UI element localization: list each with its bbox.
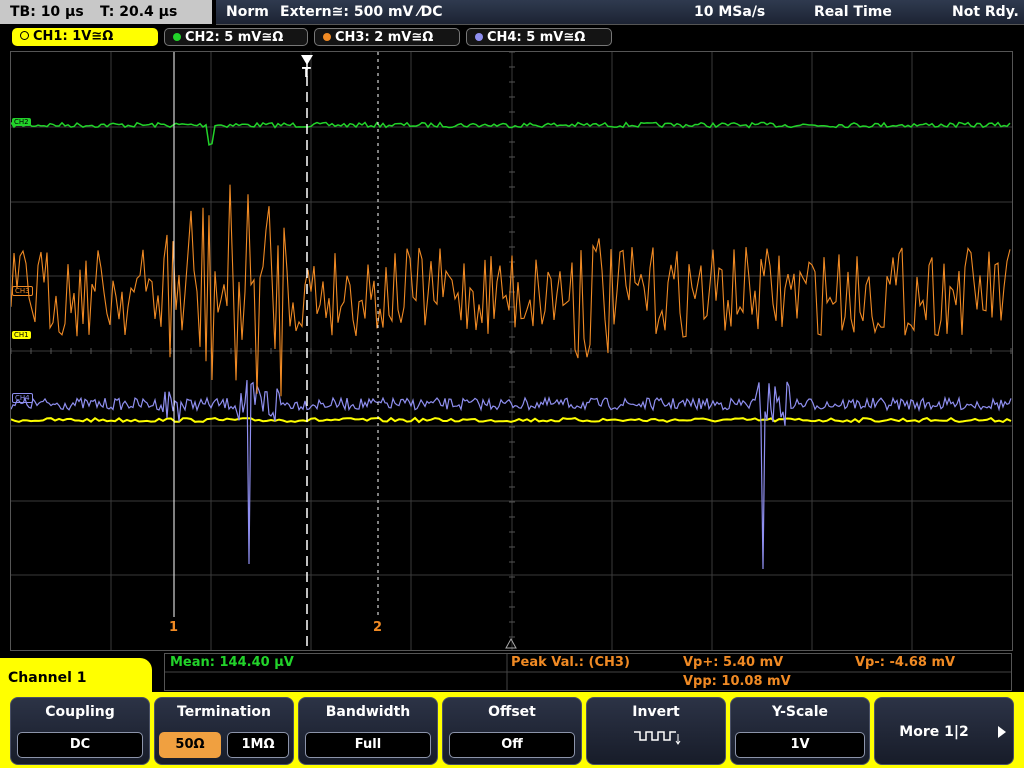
sample-rate: 10 MSa/s [694,4,766,20]
termination-softkey[interactable]: Termination 50Ω 1MΩ [154,697,294,765]
ch3-waveform [11,184,1011,397]
trigger-mode: Norm [226,4,269,20]
tab-ch3[interactable]: CH3: 2 mV≅Ω [314,28,460,46]
ch3-indicator-icon [323,33,331,41]
timebase-readout: TB: 10 µs [10,4,84,20]
vp-plus-readout: Vp+: 5.40 mV [683,655,784,670]
next-page-arrow-icon [998,726,1006,738]
tab-ch1[interactable]: CH1: 1V≅Ω [12,28,158,46]
ch4-offset-tag[interactable]: CH4 [12,393,33,403]
ch1-offset-tag[interactable]: CH1 [12,331,31,339]
invert-title: Invert [632,704,680,720]
termination-title: Termination [177,704,271,720]
termination-1mohm-option[interactable]: 1MΩ [227,732,289,758]
ready-state: Not Rdy. [952,4,1019,20]
tab-ch3-label: CH3: 2 mV≅Ω [335,30,434,45]
acquisition-panel[interactable]: Norm Extern≅: 500 mV ⁄DC 10 MSa/s Real T… [216,0,1024,25]
bandwidth-value[interactable]: Full [305,732,431,758]
offset-softkey[interactable]: Offset Off [442,697,582,765]
tab-ch1-label: CH1: 1V≅Ω [33,29,114,44]
trigger-time-readout: T: 20.4 µs [100,4,178,20]
graticule-ticks [11,52,1012,638]
measurement-readout: Mean: 144.40 µV Peak Val.: (CH3) Vp+: 5.… [164,653,1012,691]
bandwidth-softkey[interactable]: Bandwidth Full [298,697,438,765]
peak-value-label: Peak Val.: (CH3) [511,655,630,670]
yscale-title: Y-Scale [771,704,828,720]
vpp-readout: Vpp: 10.08 mV [683,674,791,689]
ch1-indicator-icon [20,31,29,40]
tab-ch4[interactable]: CH4: 5 mV≅Ω [466,28,612,46]
waveform-display[interactable]: T 1 2 CH2 CH3 CH1 CH4 [10,51,1013,651]
ch2-indicator-icon [173,33,181,41]
offset-value[interactable]: Off [449,732,575,758]
more-label: More 1|2 [899,724,969,740]
trigger-source: Extern≅: 500 mV ⁄DC [280,4,443,20]
ch2-waveform [11,121,1011,146]
trigger-marker: T [302,66,311,81]
bandwidth-title: Bandwidth [325,704,411,720]
invert-waveform-icon [634,731,681,745]
cursor-2-label[interactable]: 2 [373,620,382,635]
coupling-softkey[interactable]: Coupling DC [10,697,150,765]
ch4-indicator-icon [475,33,483,41]
coupling-value[interactable]: DC [17,732,143,758]
cursor-1-label[interactable]: 1 [169,620,178,635]
invert-softkey[interactable]: Invert [586,697,726,765]
tab-ch4-label: CH4: 5 mV≅Ω [487,30,586,45]
more-softkey[interactable]: More 1|2 [874,697,1014,765]
acquisition-mode: Real Time [814,4,892,20]
vp-minus-readout: Vp-: -4.68 mV [855,655,956,670]
ch4-waveform [11,380,1012,570]
termination-50ohm-option[interactable]: 50Ω [159,732,221,758]
timebase-panel[interactable]: TB: 10 µs T: 20.4 µs [0,0,212,24]
ch2-offset-tag[interactable]: CH2 [12,118,31,126]
ch1-waveform [11,416,1012,424]
yscale-softkey[interactable]: Y-Scale 1V [730,697,870,765]
mean-readout: Mean: 144.40 µV [170,655,294,670]
offset-title: Offset [488,704,536,720]
waveform-svg [11,52,1012,650]
yscale-value[interactable]: 1V [735,732,865,758]
ch3-offset-tag[interactable]: CH3 [12,286,33,296]
coupling-title: Coupling [45,704,115,720]
center-marker-icon [505,637,517,649]
tab-ch2[interactable]: CH2: 5 mV≅Ω [164,28,308,46]
tab-ch2-label: CH2: 5 mV≅Ω [185,30,284,45]
